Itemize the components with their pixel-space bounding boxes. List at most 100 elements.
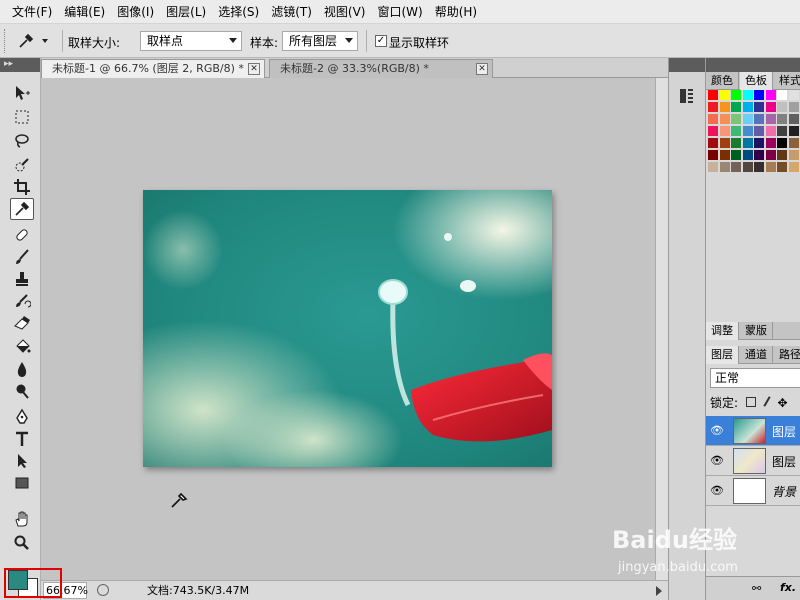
- clone-stamp-tool-icon[interactable]: [10, 268, 34, 290]
- close-icon[interactable]: ✕: [476, 63, 488, 75]
- swatch[interactable]: [754, 114, 765, 125]
- swatch[interactable]: [719, 114, 731, 125]
- link-layers-icon[interactable]: ⚯: [752, 582, 761, 595]
- swatch[interactable]: [708, 90, 719, 101]
- swatch[interactable]: [719, 150, 731, 161]
- tab-document-1[interactable]: 未标题-1 @ 66.7% (图层 2, RGB/8) * ✕: [41, 59, 265, 78]
- swatch[interactable]: [777, 150, 788, 161]
- dodge-tool-icon[interactable]: [10, 380, 34, 402]
- menu-window[interactable]: 窗口(W): [371, 0, 428, 24]
- clock-icon[interactable]: [97, 584, 109, 596]
- swatch[interactable]: [765, 102, 777, 113]
- menu-view[interactable]: 视图(V): [318, 0, 372, 24]
- swatch[interactable]: [777, 126, 788, 137]
- play-arrow-icon[interactable]: [656, 586, 662, 596]
- swatch[interactable]: [731, 102, 742, 113]
- swatch[interactable]: [765, 114, 777, 125]
- lock-brush-icon[interactable]: [763, 396, 771, 407]
- swatch[interactable]: [708, 114, 719, 125]
- swatch[interactable]: [742, 138, 754, 149]
- menu-layer[interactable]: 图层(L): [160, 0, 212, 24]
- swatch[interactable]: [719, 102, 731, 113]
- swatch[interactable]: [742, 114, 754, 125]
- swatch[interactable]: [765, 90, 777, 101]
- tab-color[interactable]: 颜色: [706, 72, 739, 90]
- menu-filter[interactable]: 滤镜(T): [265, 0, 318, 24]
- swatch[interactable]: [788, 114, 800, 125]
- swatch[interactable]: [719, 126, 731, 137]
- swatch[interactable]: [777, 114, 788, 125]
- swatch[interactable]: [754, 90, 765, 101]
- swatch[interactable]: [788, 162, 800, 173]
- document-image[interactable]: [143, 190, 552, 467]
- blend-mode-select[interactable]: 正常: [710, 368, 800, 388]
- layer-row[interactable]: 👁 图层: [706, 446, 800, 476]
- show-sampling-ring-checkbox[interactable]: ✓: [375, 35, 387, 47]
- tab-document-2[interactable]: 未标题-2 @ 33.3%(RGB/8) * ✕: [269, 59, 493, 78]
- visibility-eye-icon[interactable]: 👁: [709, 484, 725, 498]
- move-tool-icon[interactable]: [10, 82, 34, 104]
- swatch[interactable]: [754, 126, 765, 137]
- vertical-scrollbar[interactable]: [655, 78, 668, 580]
- swatch[interactable]: [754, 150, 765, 161]
- swatch[interactable]: [788, 138, 800, 149]
- pen-tool-icon[interactable]: [10, 406, 34, 428]
- swatch[interactable]: [754, 162, 765, 173]
- swatch[interactable]: [742, 162, 754, 173]
- dock-collapse-icon[interactable]: [669, 58, 705, 72]
- swatch[interactable]: [788, 102, 800, 113]
- swatch[interactable]: [719, 90, 731, 101]
- quick-selection-tool-icon[interactable]: [10, 154, 34, 176]
- dock-collapse-icon[interactable]: [706, 58, 800, 72]
- menu-edit[interactable]: 编辑(E): [58, 0, 111, 24]
- swatch[interactable]: [731, 138, 742, 149]
- eyedropper-tool-icon[interactable]: [10, 198, 34, 220]
- close-icon[interactable]: ✕: [248, 63, 260, 75]
- layer-row[interactable]: 👁 背景: [706, 476, 800, 506]
- history-panel-icon[interactable]: [677, 86, 697, 106]
- tab-channels[interactable]: 通道: [740, 346, 773, 364]
- swatch[interactable]: [731, 126, 742, 137]
- sample-size-select[interactable]: 取样点: [140, 31, 242, 51]
- swatch[interactable]: [754, 138, 765, 149]
- crop-tool-icon[interactable]: [10, 176, 34, 198]
- swatch[interactable]: [777, 90, 788, 101]
- swatch[interactable]: [765, 162, 777, 173]
- blur-tool-icon[interactable]: [10, 358, 34, 380]
- tab-paths[interactable]: 路径: [774, 346, 800, 364]
- swatch[interactable]: [777, 138, 788, 149]
- swatch[interactable]: [742, 90, 754, 101]
- swatch[interactable]: [765, 126, 777, 137]
- hand-tool-icon[interactable]: [10, 508, 34, 530]
- swatch[interactable]: [754, 102, 765, 113]
- menu-image[interactable]: 图像(I): [111, 0, 160, 24]
- tab-layers[interactable]: 图层: [706, 346, 739, 364]
- toolbox-collapse-icon[interactable]: ▸▸: [0, 58, 40, 72]
- swatch[interactable]: [731, 162, 742, 173]
- swatch[interactable]: [765, 150, 777, 161]
- layer-row[interactable]: 👁 图层: [706, 416, 800, 446]
- swatch[interactable]: [777, 162, 788, 173]
- tab-masks[interactable]: 蒙版: [740, 322, 773, 340]
- lock-move-icon[interactable]: ✥: [778, 396, 788, 410]
- swatch[interactable]: [708, 126, 719, 137]
- visibility-eye-icon[interactable]: 👁: [709, 454, 725, 468]
- visibility-eye-icon[interactable]: 👁: [709, 424, 725, 438]
- swatch[interactable]: [708, 138, 719, 149]
- path-selection-tool-icon[interactable]: [10, 450, 34, 472]
- swatch[interactable]: [777, 102, 788, 113]
- canvas-workarea[interactable]: [41, 78, 668, 580]
- swatch[interactable]: [719, 138, 731, 149]
- tab-adjustments[interactable]: 调整: [706, 322, 739, 340]
- healing-brush-tool-icon[interactable]: [10, 224, 34, 246]
- menu-file[interactable]: 文件(F): [6, 0, 58, 24]
- swatch[interactable]: [708, 162, 719, 173]
- tab-swatches[interactable]: 色板: [740, 72, 773, 90]
- swatch[interactable]: [742, 150, 754, 161]
- swatch[interactable]: [731, 150, 742, 161]
- menu-select[interactable]: 选择(S): [212, 0, 265, 24]
- rectangle-tool-icon[interactable]: [10, 472, 34, 494]
- lock-transparency-icon[interactable]: [745, 397, 756, 407]
- lasso-tool-icon[interactable]: [10, 130, 34, 152]
- swatch[interactable]: [742, 102, 754, 113]
